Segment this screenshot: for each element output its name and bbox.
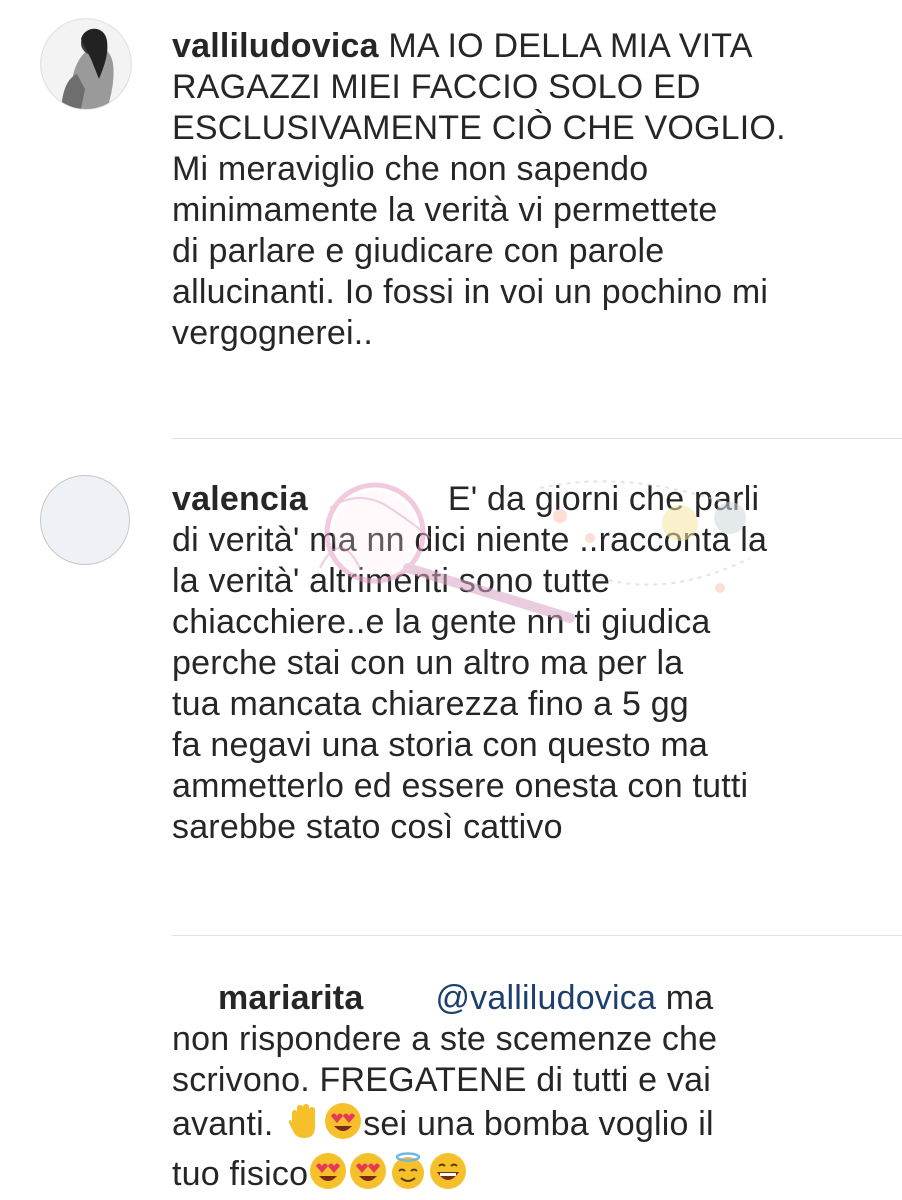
avatar[interactable]: [40, 18, 132, 110]
divider: [172, 935, 902, 936]
comment-text-line: sei una bomba voglio il: [363, 1105, 714, 1143]
comment-body: valencia E' da giorni che parli di verità…: [172, 479, 872, 848]
grinning-face-icon: [428, 1151, 468, 1200]
raised-hand-icon: [283, 1101, 323, 1151]
comment-text: di verità' ma nn dici niente ..racconta …: [172, 521, 768, 846]
comment-text-first: ma: [665, 979, 714, 1017]
comment-text-line: tuo fisico: [172, 1155, 309, 1193]
comment-text-first: E' da giorni che parli: [447, 480, 760, 518]
mention-link[interactable]: @valliludovica: [435, 979, 656, 1017]
comment-body: valliludovica MA IO DELLA MIA VITA RAGAZ…: [172, 26, 872, 354]
avatar[interactable]: [40, 475, 130, 565]
heart-eyes-icon: [348, 1151, 388, 1200]
comment-text: MA IO DELLA MIA VITA RAGAZZI MIEI FACCIO…: [172, 27, 786, 352]
comment-text-line: avanti.: [172, 1105, 274, 1143]
heart-eyes-icon: [308, 1151, 348, 1200]
comment-body: mariarita @valliludovica ma non risponder…: [172, 978, 872, 1200]
halo-smile-icon: [388, 1151, 428, 1200]
comment-username[interactable]: mariarita: [218, 979, 363, 1017]
comment-username[interactable]: valencia: [172, 480, 308, 518]
comment-text: non rispondere a ste scemenze che scrivo…: [172, 1020, 718, 1099]
comment-username[interactable]: valliludovica: [172, 27, 379, 65]
profile-photo-icon: [41, 19, 131, 109]
heart-eyes-icon: [323, 1101, 363, 1151]
divider: [172, 438, 902, 439]
